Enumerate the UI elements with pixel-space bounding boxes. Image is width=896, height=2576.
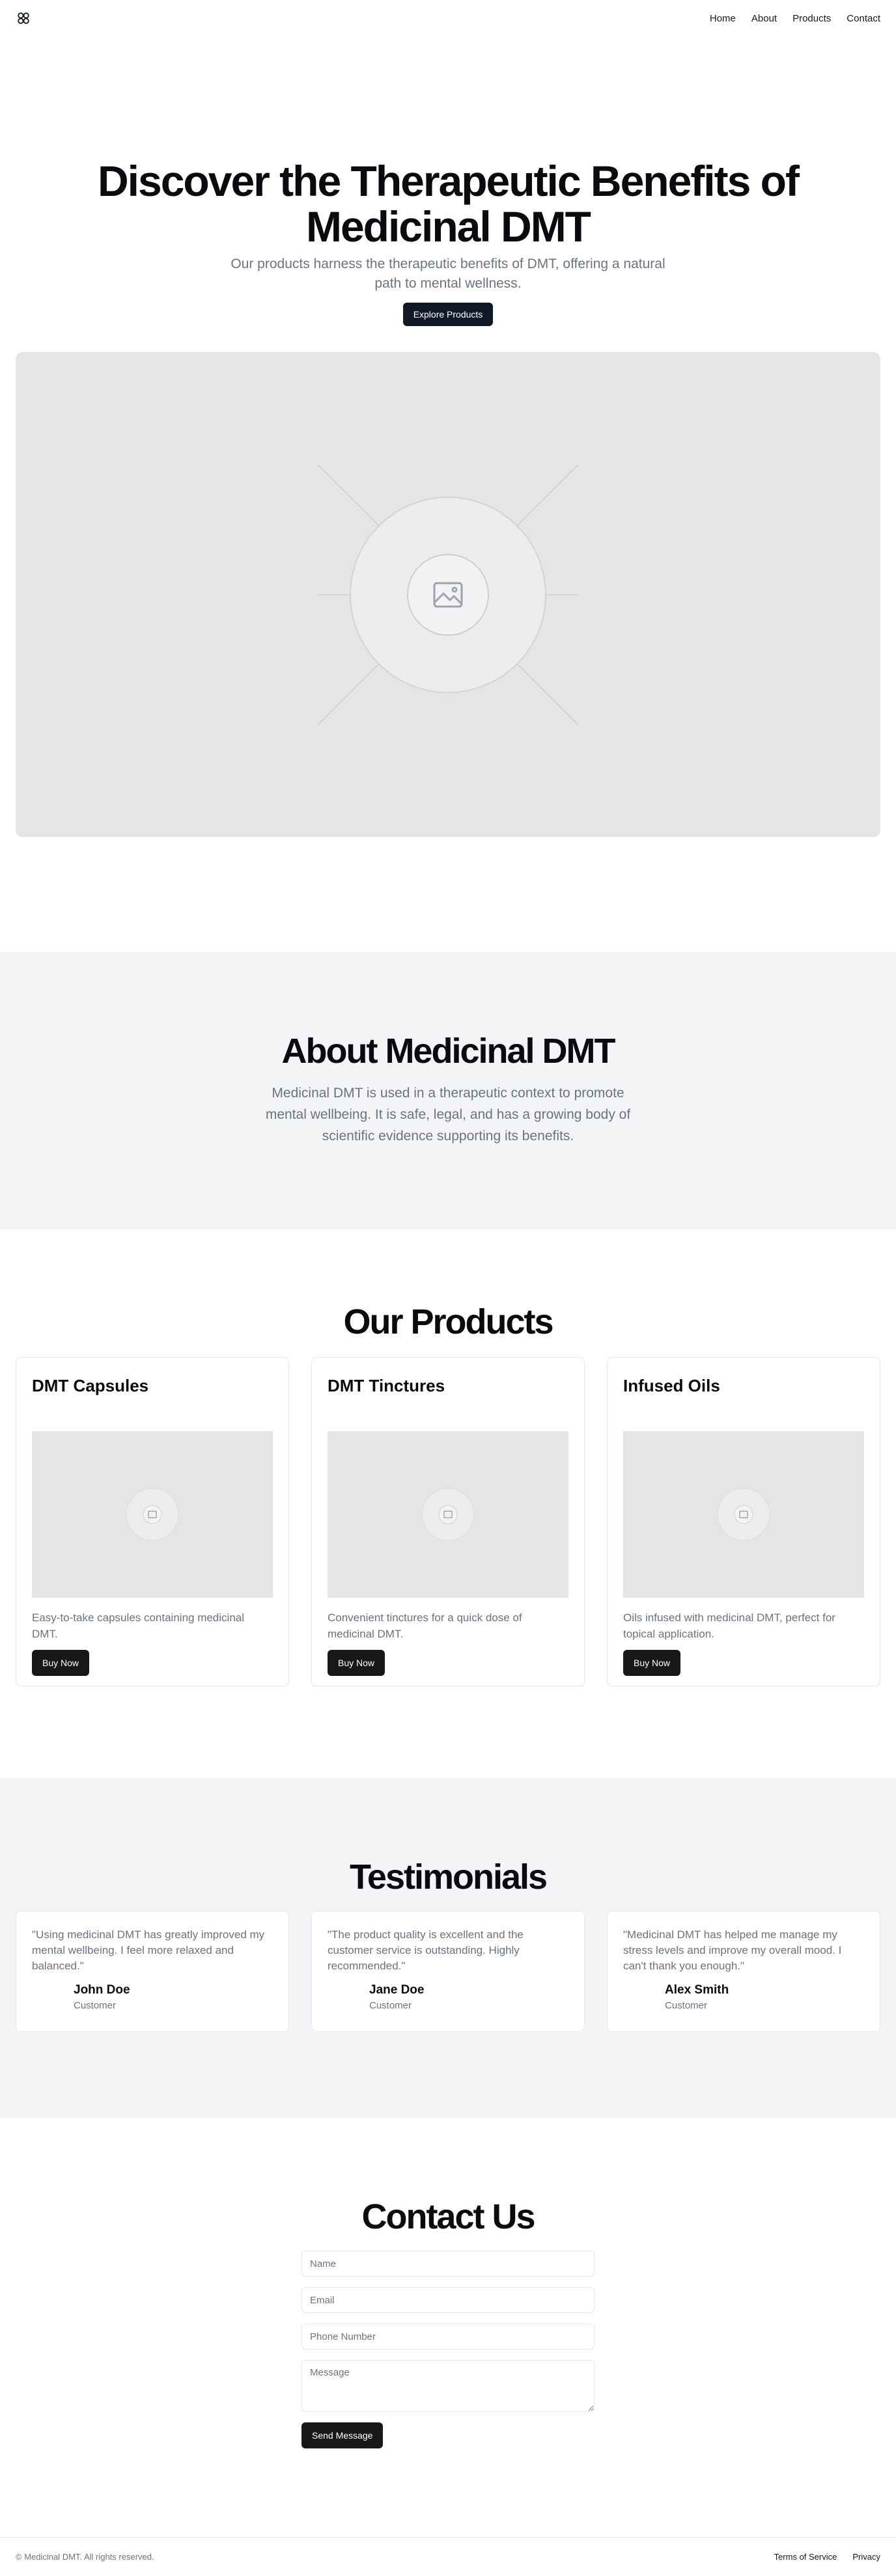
message-field[interactable] (301, 2360, 595, 2412)
nav-link-about[interactable]: About (751, 13, 777, 24)
testimonial-author: Jane Doe Customer (328, 1982, 568, 2013)
product-image (328, 1431, 568, 1598)
product-image (32, 1431, 273, 1598)
copyright-text: © Medicinal DMT. All rights reserved. (16, 2552, 154, 2562)
testimonial-quote: "The product quality is excellent and th… (328, 1928, 524, 1972)
privacy-link[interactable]: Privacy (852, 2552, 880, 2562)
testimonials-title: Testimonials (349, 1857, 548, 1897)
email-field[interactable] (301, 2287, 595, 2313)
product-description: Convenient tinctures for a quick dose of… (328, 1611, 522, 1640)
product-description: Easy-to-take capsules containing medicin… (32, 1611, 245, 1640)
testimonials-section: Testimonials "Using medicinal DMT has gr… (0, 1778, 896, 2118)
testimonial-quote: "Medicinal DMT has helped me manage my s… (623, 1928, 842, 1972)
buy-now-button[interactable]: Buy Now (32, 1650, 90, 1676)
phone-field[interactable] (301, 2323, 595, 2350)
product-card: Infused Oils Oils infused with medicinal… (607, 1357, 880, 1686)
main-nav: Home About Products Contact (710, 13, 880, 24)
avatar (32, 1982, 63, 2013)
image-placeholder-icon (317, 463, 579, 726)
avatar (623, 1982, 654, 2013)
product-description: Oils infused with medicinal DMT, perfect… (623, 1611, 835, 1640)
testimonial-author: John Doe Customer (32, 1982, 273, 2013)
product-card: DMT Capsules Easy-to-take capsules conta… (16, 1357, 289, 1686)
terms-link[interactable]: Terms of Service (774, 2552, 837, 2562)
lattice-logo-icon[interactable] (16, 10, 31, 26)
product-card-list: DMT Capsules Easy-to-take capsules conta… (0, 1357, 896, 1686)
send-message-button[interactable]: Send Message (301, 2422, 384, 2448)
testimonial-author: Alex Smith Customer (623, 1982, 864, 2013)
author-role: Customer (665, 2000, 708, 2011)
author-name: Alex Smith (665, 1983, 729, 1997)
contact-form: Send Message (301, 2251, 595, 2448)
hero-section: Discover the Therapeutic Benefits of Med… (0, 36, 896, 837)
testimonial-quote: "Using medicinal DMT has greatly improve… (32, 1928, 265, 1972)
image-placeholder-icon (126, 1488, 179, 1541)
footer-links: Terms of Service Privacy (774, 2552, 880, 2562)
author-role: Customer (74, 2000, 117, 2011)
author-name: John Doe (74, 1983, 130, 1997)
author-name: Jane Doe (369, 1983, 425, 1997)
image-placeholder-icon (717, 1488, 770, 1541)
testimonial-card: "The product quality is excellent and th… (311, 1911, 585, 2032)
contact-section: Contact Us Send Message (0, 2196, 896, 2448)
products-title: Our Products (343, 1302, 553, 1341)
hero-image (16, 352, 880, 837)
testimonial-list: "Using medicinal DMT has greatly improve… (0, 1911, 896, 2032)
product-name: DMT Tinctures (328, 1376, 445, 1395)
about-section: About Medicinal DMT Medicinal DMT is use… (0, 952, 896, 1229)
about-title: About Medicinal DMT (281, 1032, 616, 1071)
product-name: Infused Oils (623, 1376, 720, 1395)
contact-title: Contact Us (361, 2197, 535, 2236)
page: Home About Products Contact Discover the… (0, 0, 896, 2576)
site-footer: © Medicinal DMT. All rights reserved. Te… (0, 2537, 896, 2576)
buy-now-button[interactable]: Buy Now (328, 1650, 385, 1676)
avatar (328, 1982, 359, 2013)
image-placeholder-icon (421, 1488, 475, 1541)
about-text: Medicinal DMT is used in a therapeutic c… (265, 1086, 631, 1144)
hero-title: Discover the Therapeutic Benefits of Med… (98, 157, 800, 251)
nav-link-contact[interactable]: Contact (847, 13, 880, 24)
author-role: Customer (369, 2000, 412, 2011)
testimonial-card: "Medicinal DMT has helped me manage my s… (607, 1911, 880, 2032)
product-name: DMT Capsules (32, 1376, 149, 1395)
buy-now-button[interactable]: Buy Now (623, 1650, 681, 1676)
product-card: DMT Tinctures Convenient tinctures for a… (311, 1357, 585, 1686)
explore-products-button[interactable]: Explore Products (402, 303, 494, 326)
nav-link-products[interactable]: Products (792, 13, 831, 24)
name-field[interactable] (301, 2251, 595, 2277)
product-image (623, 1431, 864, 1598)
testimonial-card: "Using medicinal DMT has greatly improve… (16, 1911, 289, 2032)
hero-subtitle: Our products harness the therapeutic ben… (231, 256, 665, 291)
site-header: Home About Products Contact (0, 0, 896, 36)
nav-link-home[interactable]: Home (710, 13, 736, 24)
products-section: Our Products DMT Capsules Easy-to-take c… (0, 1301, 896, 1686)
